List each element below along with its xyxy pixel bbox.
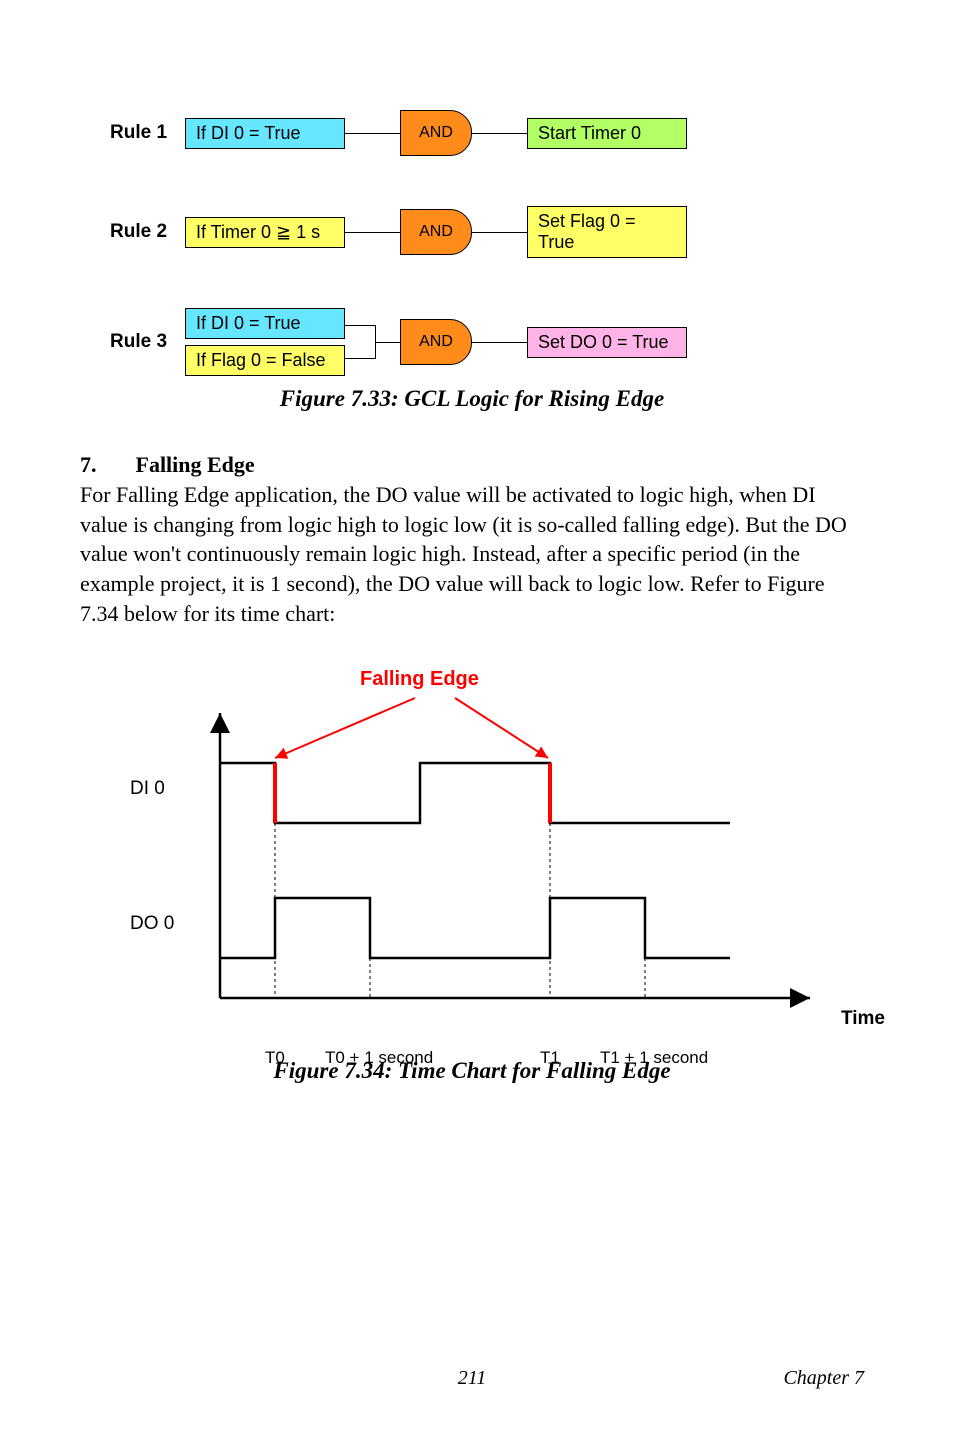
tick-t1-plus: T1 + 1 second bbox=[600, 1048, 708, 1068]
rule-3-output: Set DO 0 = True bbox=[527, 327, 687, 358]
connector-line bbox=[472, 342, 527, 343]
rule-3-conditions: If DI 0 = True If Flag 0 = False bbox=[185, 308, 345, 376]
tick-t0: T0 bbox=[265, 1048, 285, 1068]
rule-2-condition: If Timer 0 ≧ 1 s bbox=[185, 217, 345, 248]
rule-1-output: Start Timer 0 bbox=[527, 118, 687, 149]
rule-3-condition-1: If DI 0 = True bbox=[185, 308, 345, 339]
and-gate-icon: AND bbox=[400, 319, 472, 365]
tick-t1: T1 bbox=[540, 1048, 560, 1068]
connector-merge bbox=[345, 313, 400, 371]
and-gate-icon: AND bbox=[400, 209, 472, 255]
section-body: For Falling Edge application, the DO val… bbox=[80, 480, 864, 628]
rule-1-row: Rule 1 If DI 0 = True AND Start Timer 0 bbox=[110, 110, 864, 156]
rule-1-label: Rule 1 bbox=[110, 122, 185, 144]
time-chart: Falling Edge DI 0 bbox=[130, 668, 850, 1048]
chart-svg bbox=[130, 668, 850, 1048]
logic-diagram: Rule 1 If DI 0 = True AND Start Timer 0 … bbox=[110, 110, 864, 376]
connector-line bbox=[472, 133, 527, 134]
rule-2-label: Rule 2 bbox=[110, 221, 185, 243]
section-title: Falling Edge bbox=[136, 452, 255, 477]
tick-t0-plus: T0 + 1 second bbox=[325, 1048, 433, 1068]
figure-7-33-caption: Figure 7.33: GCL Logic for Rising Edge bbox=[80, 386, 864, 412]
rule-1-condition: If DI 0 = True bbox=[185, 118, 345, 149]
section-heading: 7. Falling Edge bbox=[80, 452, 864, 478]
connector-line bbox=[472, 232, 527, 233]
page-number: 211 bbox=[458, 1367, 487, 1390]
rule-3-label: Rule 3 bbox=[110, 331, 185, 353]
connector-line bbox=[345, 232, 400, 233]
connector-line bbox=[345, 133, 400, 134]
y-label-do0: DO 0 bbox=[130, 913, 174, 935]
rule-2-row: Rule 2 If Timer 0 ≧ 1 s AND Set Flag 0 =… bbox=[110, 206, 864, 258]
y-label-di0: DI 0 bbox=[130, 778, 165, 800]
chapter-label: Chapter 7 bbox=[783, 1367, 864, 1390]
x-axis-label: Time bbox=[841, 1008, 885, 1030]
rule-3-condition-2: If Flag 0 = False bbox=[185, 345, 345, 376]
page-footer: 211 Chapter 7 bbox=[80, 1367, 864, 1390]
and-gate-icon: AND bbox=[400, 110, 472, 156]
figure-7-34-caption: Figure 7.34: Time Chart for Falling Edge bbox=[80, 1058, 864, 1084]
rule-3-row: Rule 3 If DI 0 = True If Flag 0 = False … bbox=[110, 308, 864, 376]
section-number: 7. bbox=[80, 452, 130, 478]
rule-2-output: Set Flag 0 = True bbox=[527, 206, 687, 258]
